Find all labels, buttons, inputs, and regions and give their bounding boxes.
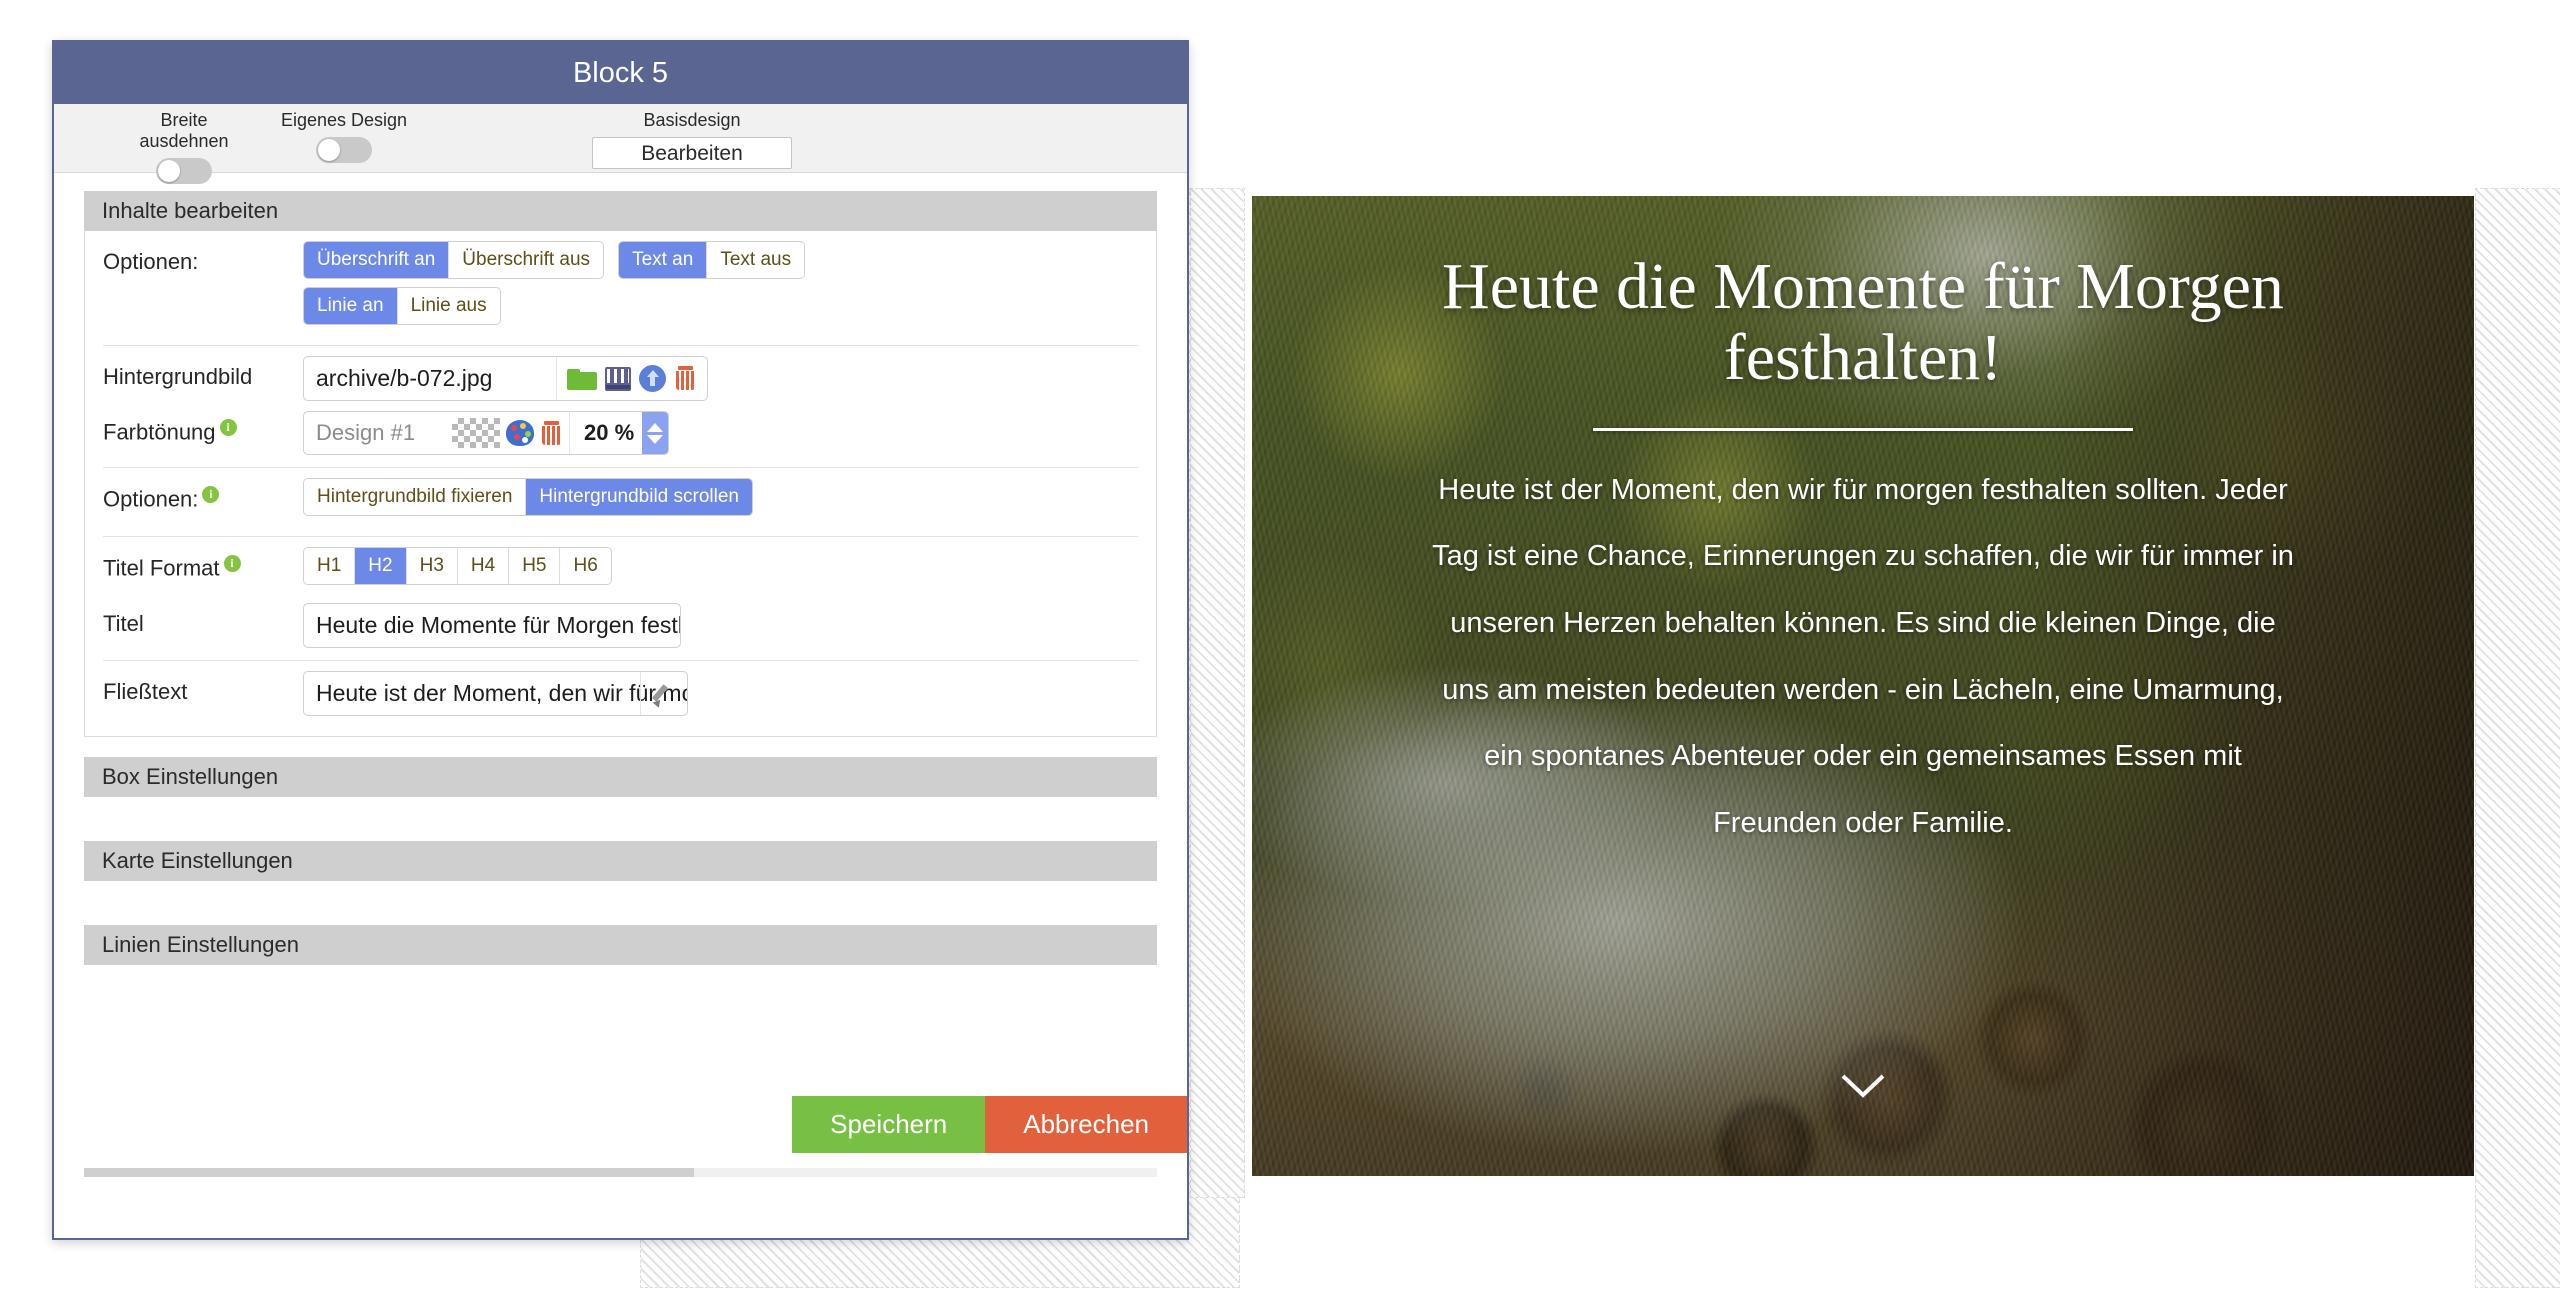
stepper-down-icon[interactable] [647, 434, 664, 444]
segmented-titel-format: H1 H2 H3 H4 H5 H6 [303, 547, 612, 585]
hintergrundbild-icon-bar [556, 357, 707, 400]
block-settings-dialog: Block 5 Breite ausdehnen Eigenes Design … [52, 40, 1189, 1240]
preview-panel: Heute die Momente für Morgen festhalten!… [1252, 188, 2474, 1198]
info-icon[interactable]: i [219, 419, 237, 436]
pencil-icon[interactable] [651, 681, 677, 707]
row-label-farbtoenung-text: Farbtönung [103, 419, 216, 445]
row-hintergrundbild: Hintergrundbild archive/b-072.jpg [85, 346, 1156, 409]
row-farbtoenung: Farbtönung i Design #1 20 % [85, 409, 1156, 463]
fliesstext-icon-bar [640, 672, 687, 715]
btn-hintergrundbild-scrollen[interactable]: Hintergrundbild scrollen [526, 479, 752, 515]
row-label-optionen: Optionen: [103, 249, 199, 274]
media-library-icon[interactable] [605, 366, 631, 391]
row-label-optionen-2-text: Optionen: [103, 486, 199, 512]
row-optionen-hintergrund: Optionen: i Hintergrundbild fixieren Hint… [85, 468, 1156, 532]
btn-ueberschrift-an[interactable]: Überschrift an [304, 242, 450, 278]
section-header-inhalte[interactable]: Inhalte bearbeiten [84, 191, 1157, 231]
btn-hintergrundbild-fixieren[interactable]: Hintergrundbild fixieren [304, 479, 527, 515]
footer-button-group: Speichern Abbrechen [792, 1096, 1187, 1153]
farbtoenung-input-group: Design #1 20 % [303, 411, 670, 455]
segmented-text: Text an Text aus [618, 241, 806, 279]
palette-icon[interactable] [506, 420, 534, 446]
row-fliesstext: Fließtext Heute ist der Moment, den wir … [85, 661, 1156, 724]
row-label-titel-format-text: Titel Format [103, 555, 220, 581]
row-optionen-inhalt: Optionen: Überschrift an Überschrift aus… [85, 231, 1156, 341]
dialog-body: Inhalte bearbeiten Optionen: Überschrift… [54, 173, 1187, 1146]
row-label-fliesstext: Fließtext [103, 679, 188, 704]
preview-hero-block[interactable]: Heute die Momente für Morgen festhalten!… [1252, 196, 2474, 1176]
dialog-titlebar: Block 5 [54, 42, 1187, 104]
farbtoenung-percent-group: 20 % [569, 412, 669, 454]
row-titel-format: Titel Format i H1 H2 H3 H4 H5 H6 [85, 537, 1156, 601]
farbtoenung-design-input[interactable]: Design #1 [304, 412, 446, 454]
save-button[interactable]: Speichern [792, 1096, 986, 1153]
btn-text-an[interactable]: Text an [619, 242, 708, 278]
preview-divider-line [1593, 427, 2133, 431]
toggle-eigenes-design-label: Eigenes Design [280, 110, 408, 130]
dialog-title: Block 5 [572, 56, 669, 89]
titel-input[interactable]: Heute die Momente für Morgen festhalten! [304, 604, 680, 647]
toggle-eigenes-design[interactable] [316, 137, 372, 163]
basisdesign-group: Basisdesign Bearbeiten [592, 110, 792, 169]
toggle-eigenes-design-group: Eigenes Design [274, 110, 414, 168]
titel-input-group: Heute die Momente für Morgen festhalten! [303, 603, 681, 648]
hatched-placeholder-middle [1190, 188, 1245, 1198]
folder-icon[interactable] [567, 367, 597, 391]
percent-stepper[interactable] [642, 412, 669, 454]
btn-h2[interactable]: H2 [355, 548, 407, 584]
cancel-button[interactable]: Abbrechen [985, 1096, 1187, 1153]
row-label-titel-format: Titel Format i [103, 547, 303, 581]
btn-h1[interactable]: H1 [304, 548, 356, 584]
transparency-checker-icon[interactable] [452, 418, 500, 448]
segmented-ueberschrift: Überschrift an Überschrift aus [303, 241, 605, 279]
fliesstext-input[interactable]: Heute ist der Moment, den wir für morg… [304, 672, 687, 715]
segmented-hintergrund-scroll: Hintergrundbild fixieren Hintergrundbild… [303, 478, 753, 516]
btn-linie-aus[interactable]: Linie aus [397, 288, 500, 324]
section-header-box[interactable]: Box Einstellungen [84, 757, 1157, 797]
farbtoenung-icon-bar [446, 412, 569, 454]
section-header-karte[interactable]: Karte Einstellungen [84, 841, 1157, 881]
row-label-hintergrundbild: Hintergrundbild [103, 364, 253, 389]
stepper-up-icon[interactable] [647, 422, 664, 432]
row-label-titel: Titel [103, 611, 144, 636]
chevron-down-icon[interactable] [1252, 1060, 2474, 1106]
dialog-footer: Speichern Abbrechen [54, 1096, 1187, 1238]
hintergrundbild-input[interactable]: archive/b-072.jpg [304, 357, 556, 400]
btn-h6[interactable]: H6 [560, 548, 611, 584]
row-label-farbtoenung: Farbtönung i [103, 411, 303, 445]
basisdesign-label: Basisdesign [643, 110, 741, 130]
horizontal-scrollbar-thumb[interactable] [84, 1168, 694, 1177]
dialog-toolbar: Breite ausdehnen Eigenes Design Basisdes… [54, 104, 1187, 184]
upload-icon[interactable] [639, 365, 666, 392]
fliesstext-input-group: Heute ist der Moment, den wir für morg… [303, 671, 688, 716]
info-icon[interactable]: i [223, 555, 241, 572]
trash-icon[interactable] [540, 420, 563, 446]
hatched-placeholder-right [2475, 188, 2560, 1288]
btn-ueberschrift-aus[interactable]: Überschrift aus [449, 242, 604, 278]
segmented-linie: Linie an Linie aus [303, 287, 501, 325]
preview-body-text: Heute ist der Moment, den wir für morgen… [1432, 473, 2294, 839]
btn-linie-an[interactable]: Linie an [304, 288, 398, 324]
section-header-linien[interactable]: Linien Einstellungen [84, 925, 1157, 965]
btn-h5[interactable]: H5 [509, 548, 561, 584]
btn-h3[interactable]: H3 [406, 548, 458, 584]
toggle-knob [318, 139, 340, 161]
section-body-inhalte: Optionen: Überschrift an Überschrift aus… [84, 231, 1157, 737]
basisdesign-edit-button[interactable]: Bearbeiten [592, 137, 792, 169]
row-titel: Titel Heute die Momente für Morgen festh… [85, 601, 1156, 656]
btn-text-aus[interactable]: Text aus [707, 242, 805, 278]
toggle-breite-ausdehnen-label: Breite ausdehnen [139, 110, 229, 151]
preview-heading: Heute die Momente für Morgen festhalten! [1442, 250, 2284, 395]
farbtoenung-percent-value[interactable]: 20 % [570, 414, 642, 452]
row-label-optionen-2: Optionen: i [103, 478, 303, 512]
btn-h4[interactable]: H4 [457, 548, 510, 584]
info-icon[interactable]: i [202, 486, 220, 503]
hintergrundbild-input-group: archive/b-072.jpg [303, 356, 708, 401]
trash-icon[interactable] [674, 366, 697, 391]
